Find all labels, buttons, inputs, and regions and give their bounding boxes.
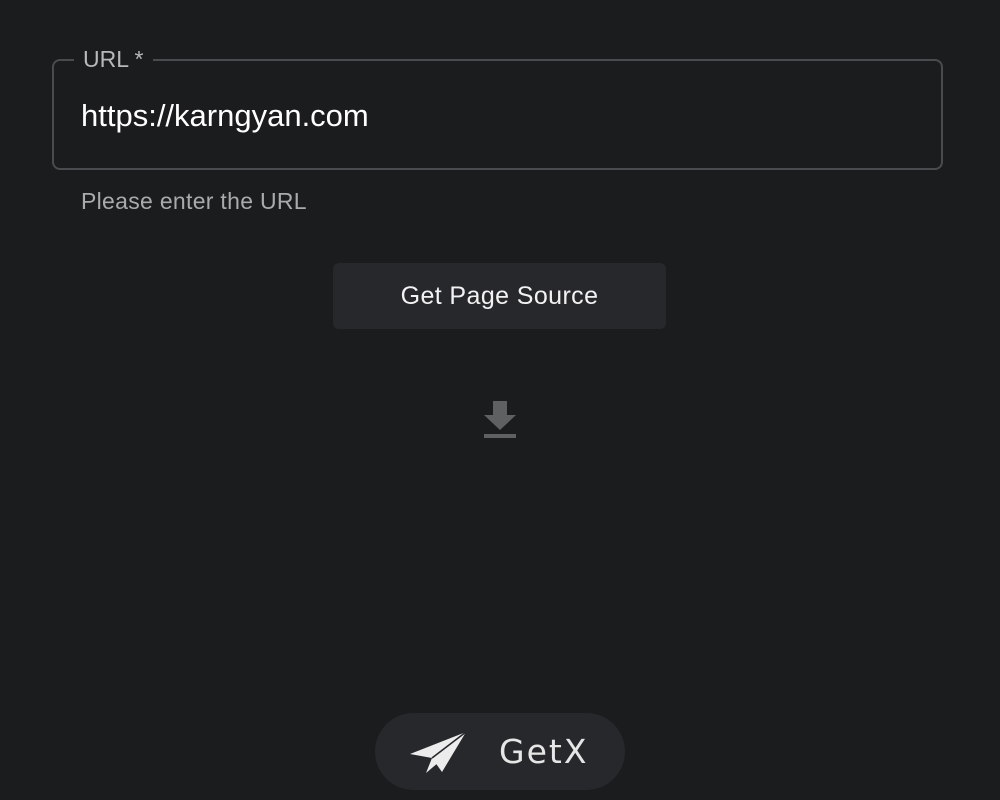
get-page-source-button[interactable]: Get Page Source <box>333 263 666 329</box>
url-helper-text: Please enter the URL <box>81 188 307 214</box>
app-root: URL * Please enter the URL Get Page Sour… <box>0 0 1000 800</box>
url-field-label: URL * <box>74 46 153 72</box>
url-input[interactable] <box>81 97 911 135</box>
paper-plane-icon <box>410 731 467 773</box>
url-field[interactable]: URL * <box>52 46 943 170</box>
brand-name: GetX <box>499 732 589 771</box>
getx-brand-pill[interactable]: GetX <box>375 713 625 790</box>
download-icon[interactable] <box>483 401 517 439</box>
